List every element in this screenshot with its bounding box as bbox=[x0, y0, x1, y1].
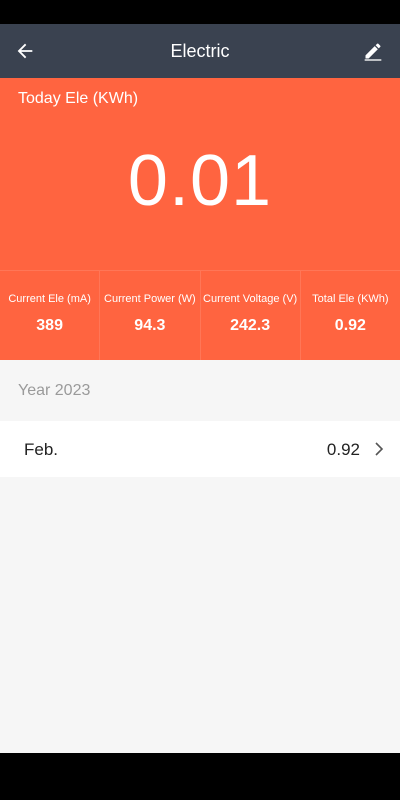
stat-current-voltage: Current Voltage (V) 242.3 bbox=[201, 271, 301, 361]
stat-label: Total Ele (KWh) bbox=[312, 293, 389, 305]
today-ele-value: 0.01 bbox=[127, 141, 273, 221]
edit-pencil-icon bbox=[364, 43, 382, 61]
stat-value: 242.3 bbox=[230, 317, 271, 334]
screen: Electric Today Ele (KWh) 0.01 Current El… bbox=[0, 0, 400, 800]
chevron-right-icon bbox=[375, 442, 384, 456]
stat-value: 389 bbox=[36, 317, 63, 334]
stat-label: Current Voltage (V) bbox=[203, 293, 298, 305]
stat-label: Current Ele (mA) bbox=[8, 293, 91, 305]
stat-current-ele: Current Ele (mA) 389 bbox=[0, 271, 101, 361]
back-button[interactable] bbox=[12, 38, 38, 64]
back-arrow-icon bbox=[17, 43, 33, 59]
month-row-feb[interactable]: Feb. 0.92 bbox=[0, 421, 400, 477]
system-nav-bar bbox=[0, 753, 400, 800]
month-label: Feb. bbox=[24, 440, 59, 459]
history-section: Year 2023 Feb. 0.92 bbox=[0, 360, 400, 753]
stat-label: Current Power (W) bbox=[104, 293, 196, 305]
stat-value: 94.3 bbox=[134, 317, 166, 334]
stat-total-ele: Total Ele (KWh) 0.92 bbox=[301, 271, 400, 361]
edit-button[interactable] bbox=[360, 38, 386, 64]
stat-current-power: Current Power (W) 94.3 bbox=[100, 271, 201, 361]
stat-value: 0.92 bbox=[334, 317, 366, 334]
today-electricity-panel: Today Ele (KWh) 0.01 bbox=[0, 78, 400, 270]
app-bar: Electric bbox=[0, 24, 400, 78]
page-title: Electric bbox=[170, 40, 230, 61]
month-value: 0.92 bbox=[326, 440, 360, 459]
stats-row: Current Ele (mA) 389 Current Power (W) 9… bbox=[0, 270, 400, 361]
year-header: Year 2023 bbox=[18, 382, 91, 399]
status-bar bbox=[0, 0, 400, 24]
today-ele-label: Today Ele (KWh) bbox=[18, 90, 139, 107]
